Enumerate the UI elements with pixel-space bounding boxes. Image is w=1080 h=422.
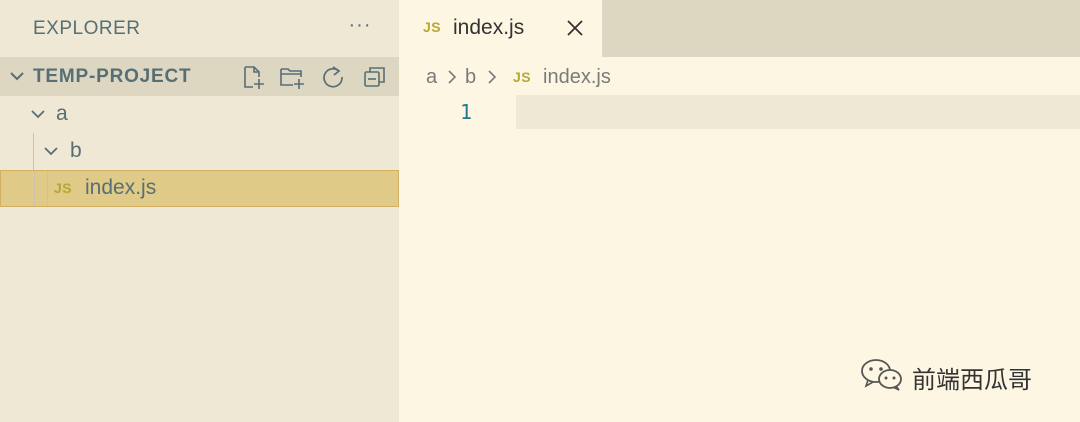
close-icon[interactable] [566, 19, 584, 37]
breadcrumb-file[interactable]: index.js [543, 66, 611, 89]
tree-item-label: index.js [85, 176, 157, 199]
tree-item-folder-b[interactable]: b [0, 133, 399, 170]
line-number: 1 [459, 100, 472, 124]
editor-tab-bar: JS index.js [399, 0, 1080, 57]
breadcrumb-folder-b[interactable]: b [465, 66, 476, 89]
indent-guide [33, 133, 34, 170]
tab-index-js[interactable]: JS index.js [399, 0, 602, 57]
new-file-icon[interactable] [240, 64, 266, 90]
project-name: TEMP-PROJECT [33, 66, 192, 87]
more-actions-button[interactable]: ··· [346, 15, 374, 39]
new-folder-icon[interactable] [279, 64, 305, 90]
refresh-icon[interactable] [320, 64, 346, 90]
indent-guide [47, 171, 48, 206]
chevron-right-icon [448, 70, 457, 84]
js-file-icon: JS [423, 19, 442, 35]
watermark-text: 前端西瓜哥 [912, 366, 1032, 394]
explorer-sidebar: EXPLORER ··· TEMP-PROJECT a b JS index.j… [0, 0, 399, 422]
tree-item-folder-a[interactable]: a [0, 96, 399, 133]
watermark: 前端西瓜哥 [860, 355, 1060, 395]
chevron-down-icon [44, 147, 58, 156]
wechat-icon [861, 359, 902, 391]
project-header[interactable]: TEMP-PROJECT [0, 57, 399, 96]
current-line-highlight[interactable] [516, 95, 1080, 129]
tab-label: index.js [453, 16, 525, 39]
breadcrumb: a b JS index.js [399, 57, 1080, 95]
indent-guide [34, 171, 35, 206]
explorer-title: EXPLORER [33, 18, 141, 39]
tree-item-file-index-js[interactable]: JS index.js [0, 170, 399, 207]
js-file-icon: JS [513, 69, 532, 85]
tree-item-label: b [70, 139, 82, 162]
explorer-header: EXPLORER ··· [0, 0, 399, 57]
chevron-down-icon [31, 110, 45, 119]
collapse-all-icon[interactable] [362, 64, 388, 90]
chevron-right-icon [488, 70, 497, 84]
js-file-icon: JS [54, 180, 73, 196]
tree-item-label: a [56, 102, 68, 125]
breadcrumb-folder-a[interactable]: a [426, 66, 437, 89]
chevron-down-icon [10, 72, 24, 81]
